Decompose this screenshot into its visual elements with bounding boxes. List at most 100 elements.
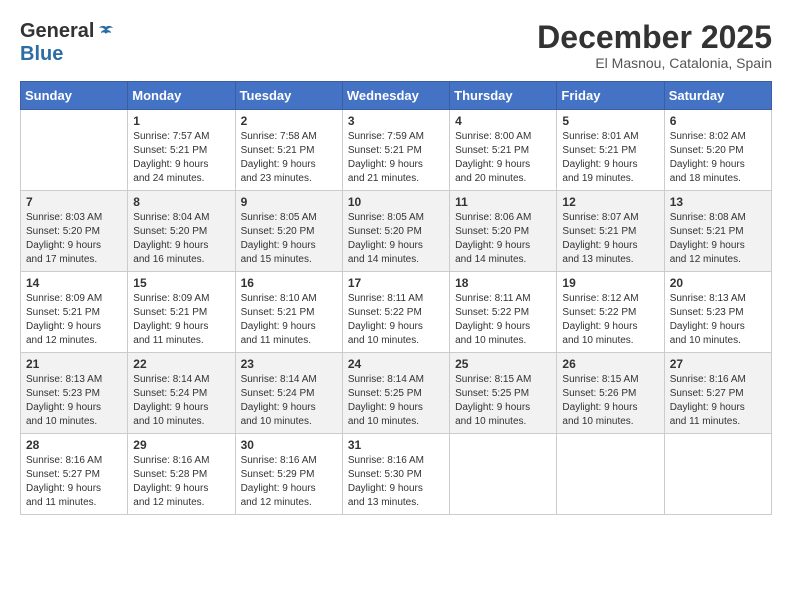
- title-block: December 2025 El Masnou, Catalonia, Spai…: [537, 20, 772, 71]
- calendar-week-4: 21Sunrise: 8:13 AMSunset: 5:23 PMDayligh…: [21, 353, 772, 434]
- calendar-cell-w1-d6: 5 Sunrise: 8:01 AMSunset: 5:21 PMDaylight…: [557, 110, 664, 191]
- day-info: Sunrise: 8:01 AMSunset: 5:21 PMDaylight:…: [562, 131, 638, 184]
- logo-bird-icon: [96, 22, 116, 42]
- day-info: Sunrise: 8:10 AMSunset: 5:21 PMDaylight:…: [241, 293, 317, 346]
- calendar-cell-w1-d4: 3 Sunrise: 7:59 AMSunset: 5:21 PMDaylight…: [342, 110, 449, 191]
- logo: General Blue: [20, 20, 116, 66]
- col-tuesday: Tuesday: [235, 82, 342, 110]
- page-container: General Blue December 2025 El Masnou, Ca…: [20, 20, 772, 515]
- day-number: 26: [562, 357, 658, 371]
- col-wednesday: Wednesday: [342, 82, 449, 110]
- calendar-week-2: 7 Sunrise: 8:03 AMSunset: 5:20 PMDaylight…: [21, 191, 772, 272]
- calendar-cell-w1-d7: 6 Sunrise: 8:02 AMSunset: 5:20 PMDaylight…: [664, 110, 771, 191]
- logo-general: General: [20, 20, 94, 43]
- day-info: Sunrise: 7:58 AMSunset: 5:21 PMDaylight:…: [241, 131, 317, 184]
- day-info: Sunrise: 8:08 AMSunset: 5:21 PMDaylight:…: [670, 212, 746, 265]
- day-info: Sunrise: 8:05 AMSunset: 5:20 PMDaylight:…: [241, 212, 317, 265]
- day-number: 20: [670, 276, 766, 290]
- calendar-cell-w1-d3: 2 Sunrise: 7:58 AMSunset: 5:21 PMDaylight…: [235, 110, 342, 191]
- day-number: 13: [670, 195, 766, 209]
- day-number: 23: [241, 357, 337, 371]
- day-info: Sunrise: 8:15 AMSunset: 5:26 PMDaylight:…: [562, 374, 638, 427]
- calendar-cell-w2-d7: 13 Sunrise: 8:08 AMSunset: 5:21 PMDayligh…: [664, 191, 771, 272]
- calendar-cell-w3-d7: 20 Sunrise: 8:13 AMSunset: 5:23 PMDayligh…: [664, 272, 771, 353]
- day-info: Sunrise: 8:13 AMSunset: 5:23 PMDaylight:…: [670, 293, 746, 346]
- calendar-cell-w3-d2: 15Sunrise: 8:09 AMSunset: 5:21 PMDayligh…: [128, 272, 235, 353]
- calendar-cell-w2-d5: 11 Sunrise: 8:06 AMSunset: 5:20 PMDayligh…: [450, 191, 557, 272]
- day-number: 16: [241, 276, 337, 290]
- day-info: Sunrise: 8:16 AMSunset: 5:27 PMDaylight:…: [670, 374, 746, 427]
- day-info: Sunrise: 8:03 AMSunset: 5:20 PMDaylight:…: [26, 212, 102, 265]
- calendar-cell-w5-d6: [557, 434, 664, 515]
- day-info: Sunrise: 8:04 AMSunset: 5:20 PMDaylight:…: [133, 212, 209, 265]
- col-monday: Monday: [128, 82, 235, 110]
- day-number: 11: [455, 195, 551, 209]
- day-number: 9: [241, 195, 337, 209]
- calendar-cell-w1-d2: 1 Sunrise: 7:57 AMSunset: 5:21 PMDaylight…: [128, 110, 235, 191]
- calendar-week-1: 1 Sunrise: 7:57 AMSunset: 5:21 PMDaylight…: [21, 110, 772, 191]
- day-number: 12: [562, 195, 658, 209]
- calendar-header-row: Sunday Monday Tuesday Wednesday Thursday…: [21, 82, 772, 110]
- col-saturday: Saturday: [664, 82, 771, 110]
- calendar-cell-w3-d1: 14Sunrise: 8:09 AMSunset: 5:21 PMDayligh…: [21, 272, 128, 353]
- day-number: 6: [670, 114, 766, 128]
- day-info: Sunrise: 8:09 AMSunset: 5:21 PMDaylight:…: [133, 293, 209, 346]
- day-number: 17: [348, 276, 444, 290]
- calendar-cell-w5-d5: [450, 434, 557, 515]
- day-number: 27: [670, 357, 766, 371]
- day-number: 1: [133, 114, 229, 128]
- calendar-cell-w3-d4: 17 Sunrise: 8:11 AMSunset: 5:22 PMDayligh…: [342, 272, 449, 353]
- day-info: Sunrise: 8:16 AMSunset: 5:30 PMDaylight:…: [348, 455, 424, 508]
- day-number: 14: [26, 276, 122, 290]
- calendar-cell-w2-d1: 7 Sunrise: 8:03 AMSunset: 5:20 PMDaylight…: [21, 191, 128, 272]
- calendar-week-5: 28 Sunrise: 8:16 AMSunset: 5:27 PMDayligh…: [21, 434, 772, 515]
- page-header: General Blue December 2025 El Masnou, Ca…: [20, 20, 772, 71]
- col-thursday: Thursday: [450, 82, 557, 110]
- day-info: Sunrise: 8:13 AMSunset: 5:23 PMDaylight:…: [26, 374, 102, 427]
- calendar-cell-w5-d4: 31 Sunrise: 8:16 AMSunset: 5:30 PMDayligh…: [342, 434, 449, 515]
- day-number: 30: [241, 438, 337, 452]
- day-number: 5: [562, 114, 658, 128]
- col-sunday: Sunday: [21, 82, 128, 110]
- day-info: Sunrise: 8:05 AMSunset: 5:20 PMDaylight:…: [348, 212, 424, 265]
- calendar-cell-w4-d3: 23 Sunrise: 8:14 AMSunset: 5:24 PMDayligh…: [235, 353, 342, 434]
- col-friday: Friday: [557, 82, 664, 110]
- day-info: Sunrise: 7:57 AMSunset: 5:21 PMDaylight:…: [133, 131, 209, 184]
- day-info: Sunrise: 8:14 AMSunset: 5:24 PMDaylight:…: [133, 374, 209, 427]
- day-number: 7: [26, 195, 122, 209]
- calendar-cell-w3-d5: 18 Sunrise: 8:11 AMSunset: 5:22 PMDayligh…: [450, 272, 557, 353]
- calendar-cell-w4-d7: 27 Sunrise: 8:16 AMSunset: 5:27 PMDayligh…: [664, 353, 771, 434]
- day-number: 28: [26, 438, 122, 452]
- location-subtitle: El Masnou, Catalonia, Spain: [537, 55, 772, 71]
- calendar-cell-w4-d4: 24 Sunrise: 8:14 AMSunset: 5:25 PMDayligh…: [342, 353, 449, 434]
- calendar-cell-w1-d1: [21, 110, 128, 191]
- calendar-cell-w4-d6: 26 Sunrise: 8:15 AMSunset: 5:26 PMDayligh…: [557, 353, 664, 434]
- day-number: 18: [455, 276, 551, 290]
- calendar-cell-w5-d7: [664, 434, 771, 515]
- calendar-cell-w2-d2: 8Sunrise: 8:04 AMSunset: 5:20 PMDaylight…: [128, 191, 235, 272]
- day-info: Sunrise: 8:14 AMSunset: 5:25 PMDaylight:…: [348, 374, 424, 427]
- calendar-cell-w1-d5: 4Sunrise: 8:00 AMSunset: 5:21 PMDaylight…: [450, 110, 557, 191]
- month-year-title: December 2025: [537, 20, 772, 55]
- calendar-cell-w2-d4: 10 Sunrise: 8:05 AMSunset: 5:20 PMDayligh…: [342, 191, 449, 272]
- day-info: Sunrise: 8:02 AMSunset: 5:20 PMDaylight:…: [670, 131, 746, 184]
- day-number: 10: [348, 195, 444, 209]
- day-number: 2: [241, 114, 337, 128]
- day-info: Sunrise: 8:06 AMSunset: 5:20 PMDaylight:…: [455, 212, 531, 265]
- calendar-cell-w4-d5: 25Sunrise: 8:15 AMSunset: 5:25 PMDayligh…: [450, 353, 557, 434]
- day-info: Sunrise: 8:16 AMSunset: 5:27 PMDaylight:…: [26, 455, 102, 508]
- day-number: 3: [348, 114, 444, 128]
- calendar-cell-w3-d6: 19Sunrise: 8:12 AMSunset: 5:22 PMDayligh…: [557, 272, 664, 353]
- day-info: Sunrise: 8:14 AMSunset: 5:24 PMDaylight:…: [241, 374, 317, 427]
- day-number: 4: [455, 114, 551, 128]
- day-number: 31: [348, 438, 444, 452]
- logo-blue: Blue: [20, 43, 63, 66]
- day-info: Sunrise: 7:59 AMSunset: 5:21 PMDaylight:…: [348, 131, 424, 184]
- day-info: Sunrise: 8:11 AMSunset: 5:22 PMDaylight:…: [455, 293, 530, 346]
- calendar-table: Sunday Monday Tuesday Wednesday Thursday…: [20, 81, 772, 515]
- day-number: 24: [348, 357, 444, 371]
- calendar-week-3: 14 Sunrise: 8:09 AMSunset: 5:21 PMDayligh…: [21, 272, 772, 353]
- day-info: Sunrise: 8:11 AMSunset: 5:22 PMDaylight:…: [348, 293, 423, 346]
- day-number: 25: [455, 357, 551, 371]
- day-number: 29: [133, 438, 229, 452]
